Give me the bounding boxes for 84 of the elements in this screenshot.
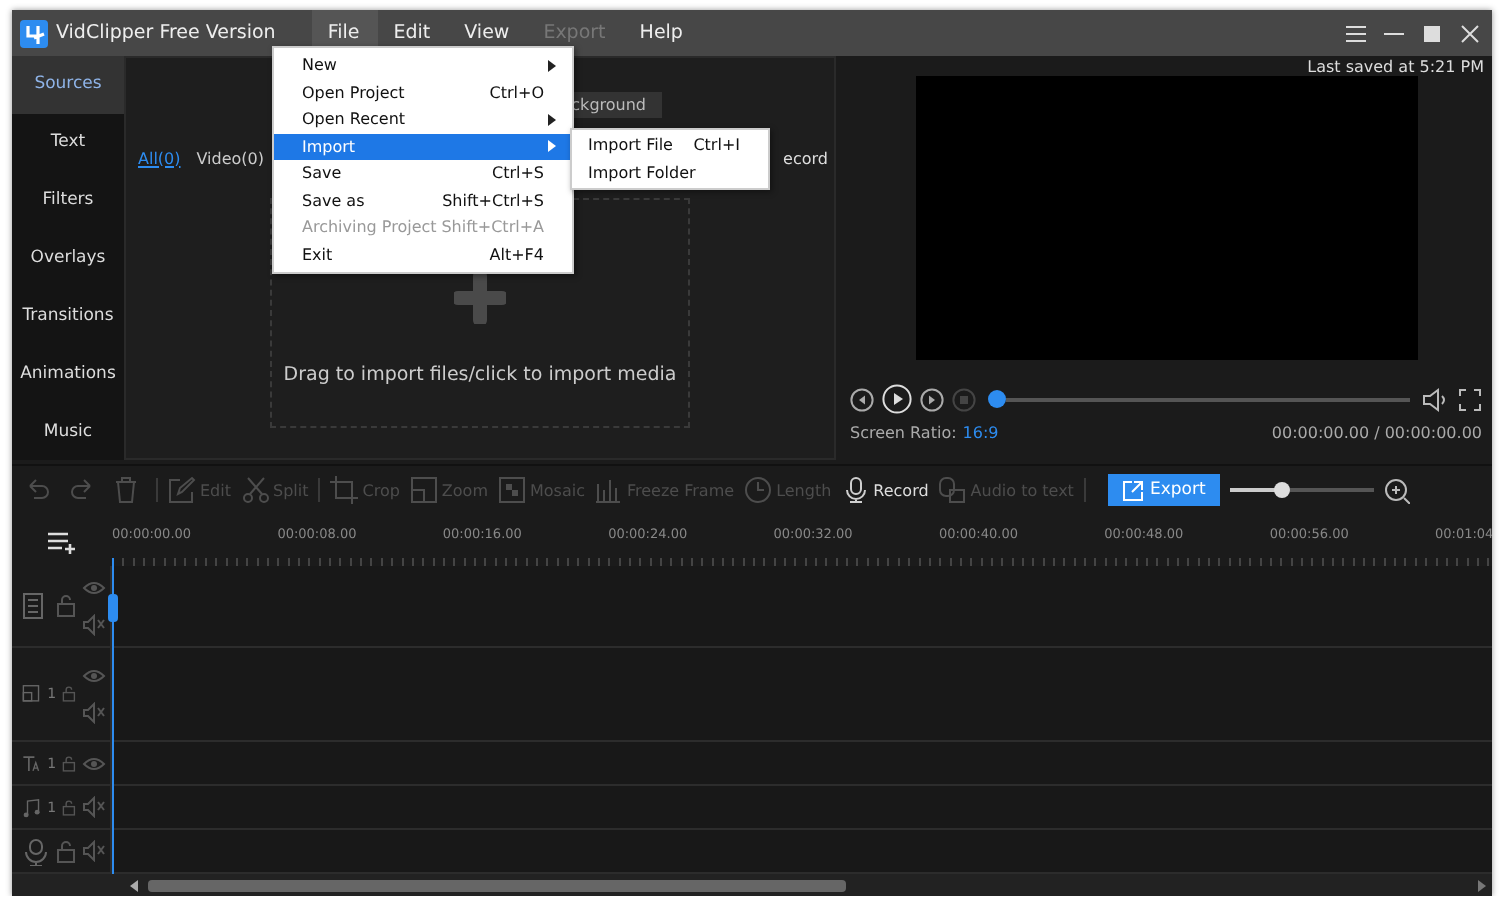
mute-icon[interactable] (82, 701, 106, 723)
sidebar-tab[interactable]: Animations (12, 346, 124, 404)
crop-icon (330, 476, 359, 504)
close-icon[interactable] (1460, 23, 1480, 43)
sidebar-tab[interactable]: Overlays (12, 230, 124, 288)
time-display: 00:00:00.00 / 00:00:00.00 (1271, 424, 1482, 442)
drop-hint: Drag to import files/click to import media (283, 364, 677, 386)
sidebar-tab[interactable]: Transitions (12, 288, 124, 346)
lock-icon[interactable] (56, 839, 76, 863)
microphone-icon (841, 476, 870, 504)
menu-item[interactable]: Import File Ctrl+I (572, 132, 768, 159)
lock-icon[interactable] (62, 795, 76, 819)
filter-tab[interactable]: All(0) (138, 149, 181, 167)
next-frame-icon[interactable] (920, 387, 944, 411)
ratio-value[interactable]: 16:9 (962, 424, 999, 442)
menu-item-label: Save (302, 164, 342, 183)
scrollbar-thumb[interactable] (148, 879, 846, 891)
mosaic-icon (497, 476, 526, 504)
menu-item-label: Import Folder (588, 163, 696, 182)
ratio-label: Screen Ratio: (850, 424, 957, 442)
shortcut-text: Ctrl+O (489, 83, 544, 102)
shortcut-text: Alt+F4 (489, 245, 544, 264)
menu-icon[interactable] (1346, 23, 1366, 43)
shortcut-text: Ctrl+S (491, 164, 544, 183)
lock-icon[interactable] (56, 594, 76, 618)
pencil-icon (168, 476, 196, 504)
overlay-icon (22, 680, 42, 708)
filter-tab[interactable]: Video(0) (196, 149, 264, 167)
music-note-icon (22, 793, 42, 821)
menu-item-label: Import File (588, 136, 673, 155)
menu-item[interactable]: Exit Alt+F4 (274, 241, 572, 268)
plus-icon (454, 272, 506, 324)
scroll-left-icon[interactable] (128, 877, 140, 893)
shortcut-text: Shift+Ctrl+A (441, 218, 544, 237)
menu-title[interactable]: Help (623, 10, 701, 56)
menu-item-label: Import (302, 137, 356, 156)
mute-icon[interactable] (82, 796, 106, 818)
play-icon[interactable] (882, 384, 912, 414)
menu-item[interactable]: Import Folder (572, 159, 768, 186)
menu-item-label: Archiving Project (302, 218, 437, 237)
sidebar-tab[interactable]: Text (12, 114, 124, 172)
record-link[interactable]: ecord (783, 149, 828, 167)
clock-icon (744, 476, 773, 504)
app-logo-icon (20, 19, 48, 47)
menu-item[interactable]: Save Ctrl+S (274, 160, 572, 187)
speaker-icon[interactable] (1422, 387, 1450, 411)
microphone-icon (22, 837, 50, 865)
add-track-icon[interactable] (47, 532, 77, 554)
stop-icon[interactable] (952, 387, 976, 411)
toolbar-label: Record (873, 481, 929, 499)
menu-item[interactable]: New (274, 52, 572, 79)
scissors-icon (241, 476, 269, 504)
mute-icon[interactable] (82, 613, 106, 635)
eye-icon[interactable] (82, 753, 106, 773)
sidebar-tab[interactable]: Sources (12, 56, 124, 114)
menu-item[interactable]: Open Recent (274, 106, 572, 133)
menu-item[interactable]: Import (274, 133, 572, 160)
eye-icon[interactable] (82, 577, 106, 597)
lock-icon[interactable] (62, 751, 76, 775)
last-saved-text: Last saved at 5:21 PM (1307, 58, 1484, 76)
zoom-frame-icon (409, 476, 438, 504)
maximize-icon[interactable] (1422, 23, 1442, 43)
menu-item-label: Open Project (302, 83, 405, 102)
menu-item-label: New (302, 56, 337, 75)
menu-item-label: Exit (302, 245, 333, 264)
zoom-in-icon[interactable] (1383, 477, 1410, 503)
menu-item-label: Open Recent (302, 110, 406, 129)
progress-thumb[interactable] (988, 390, 1006, 408)
sidebar-tab[interactable]: Filters (12, 172, 124, 230)
fullscreen-icon[interactable] (1458, 387, 1482, 411)
scroll-right-icon[interactable] (1476, 877, 1488, 893)
freeze-frame-icon (594, 476, 623, 504)
menu-item[interactable]: Open Project Ctrl+O (274, 79, 572, 106)
sidebar-tab[interactable]: Music (12, 404, 124, 462)
previous-frame-icon[interactable] (850, 387, 874, 411)
zoom-slider-thumb[interactable] (1274, 482, 1291, 498)
shortcut-text: Ctrl+I (693, 136, 740, 155)
audio-text-icon (938, 476, 967, 504)
lock-icon[interactable] (62, 682, 76, 706)
toolbar-button[interactable]: Record (841, 476, 929, 504)
export-icon (1121, 479, 1144, 501)
window-title: VidClipper Free Version (56, 22, 276, 44)
eye-icon[interactable] (82, 665, 106, 685)
mute-icon[interactable] (82, 840, 106, 862)
